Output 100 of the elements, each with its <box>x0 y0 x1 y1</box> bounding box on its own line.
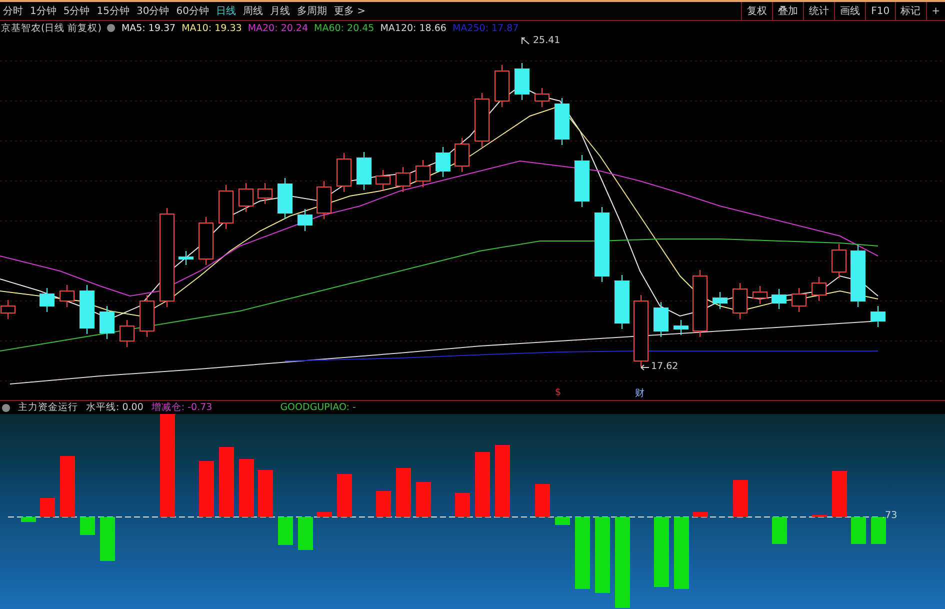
indicator-bar <box>80 517 95 535</box>
moving-average-label: MA10: 19.33 <box>182 22 242 34</box>
candlestick <box>870 306 886 328</box>
candlestick <box>120 320 134 348</box>
candlestick <box>674 320 688 336</box>
period-tab[interactable]: 60分钟 <box>176 4 209 18</box>
indicator-title: 主力资金运行 <box>18 401 78 414</box>
period-tab[interactable]: 更多 > <box>334 4 366 18</box>
period-tab[interactable]: 分时 <box>3 4 23 18</box>
moving-average-label: MA250: 17.87 <box>452 22 519 34</box>
indicator-bar <box>535 484 550 517</box>
indicator-bar <box>40 498 55 517</box>
candlestick <box>336 152 352 192</box>
pointer-arrow-icon <box>640 364 650 371</box>
indicator-bar <box>575 517 590 589</box>
candlestick <box>316 180 332 220</box>
candlestick <box>614 274 630 330</box>
candlestick <box>436 146 450 178</box>
candlestick <box>692 270 708 338</box>
candlestick <box>772 288 786 310</box>
candlestick <box>100 306 114 340</box>
low-price-label: 17.62 <box>651 361 678 372</box>
indicator-bar <box>555 517 570 525</box>
indicator-bar <box>278 517 293 545</box>
settings-dot-icon[interactable] <box>107 24 116 32</box>
indicator-bar <box>733 480 748 517</box>
indicator-bar <box>693 512 708 517</box>
indicator-bar <box>317 512 332 517</box>
candlestick <box>40 288 54 312</box>
indicator-bar <box>416 482 431 517</box>
indicator-bar <box>239 459 254 517</box>
candlestick <box>356 152 372 190</box>
toolbar-button[interactable]: F10 <box>865 2 895 20</box>
candlestick <box>732 282 748 320</box>
toolbar-button[interactable]: + <box>926 2 945 20</box>
period-tab[interactable]: 日线 <box>216 4 236 18</box>
indicator-bar <box>60 456 75 517</box>
candlestick <box>396 166 410 192</box>
candlestick <box>514 62 530 100</box>
period-tab[interactable]: 15分钟 <box>96 4 130 18</box>
indicator-bar <box>376 491 391 517</box>
candlestick <box>574 154 590 208</box>
toolbar-button[interactable]: 画线 <box>834 2 866 20</box>
candlestick <box>494 64 510 108</box>
candlestick <box>218 184 234 230</box>
period-tab[interactable]: 多周期 <box>296 4 327 18</box>
indicator-bar <box>674 517 689 589</box>
high-price-label: 25.41 <box>533 35 560 46</box>
indicator-bar <box>100 517 115 561</box>
indicator-bar <box>871 517 886 544</box>
level-line-label: 水平线: 0.00 <box>86 401 144 414</box>
stock-title: 京基智农(日线 前复权) <box>1 22 102 34</box>
indicator-bar <box>832 471 847 517</box>
moving-average-label: MA60: 20.45 <box>314 22 374 34</box>
toolbar-button[interactable]: 复权 <box>741 2 772 20</box>
period-tab[interactable]: 5分钟 <box>63 4 90 18</box>
indicator-bar <box>219 447 234 517</box>
candlestick <box>812 276 826 302</box>
candlestick <box>376 170 390 190</box>
period-tab[interactable]: 月线 <box>270 4 290 18</box>
zero-line-value: .73 <box>882 510 898 521</box>
candlestick <box>454 138 470 172</box>
candlestick <box>474 92 490 148</box>
pointer-arrow-icon <box>521 37 531 45</box>
moving-average-label: MA5: 19.37 <box>121 22 176 34</box>
candlestick <box>832 244 846 278</box>
moving-average-label: MA120: 18.66 <box>380 22 446 34</box>
indicator-bar <box>654 517 669 587</box>
indicator-bar <box>772 517 787 544</box>
candlestick <box>654 302 668 338</box>
candlestick <box>80 284 94 334</box>
candlestick <box>60 284 74 308</box>
indicator-bar <box>495 445 510 517</box>
candlestick <box>238 182 254 212</box>
indicator-bar <box>396 468 411 517</box>
candlestick <box>298 208 312 232</box>
candlestick <box>278 178 292 220</box>
candlestick <box>416 160 430 188</box>
period-tab[interactable]: 1分钟 <box>30 4 56 18</box>
indicator-bar <box>851 517 866 544</box>
toolbar-button[interactable]: 统计 <box>803 2 834 20</box>
settings-dot-icon[interactable] <box>2 404 10 412</box>
indicator-bar <box>812 515 827 517</box>
candlestick <box>554 98 570 146</box>
toolbar-button[interactable]: 叠加 <box>772 2 804 20</box>
period-tab[interactable]: 周线 <box>242 4 263 18</box>
indicator-bar <box>21 517 36 522</box>
toolbar-button[interactable]: 标记 <box>894 2 926 20</box>
indicator-bar <box>455 493 470 517</box>
moving-average-label: MA20: 20.24 <box>248 22 308 34</box>
candlestick <box>792 288 806 312</box>
indicator-bar <box>475 452 490 517</box>
indicator-bar <box>298 517 313 550</box>
event-marker[interactable]: 财 <box>635 387 645 400</box>
candlestick <box>178 250 194 266</box>
event-marker[interactable]: $ <box>555 387 562 398</box>
candlestick <box>534 88 550 108</box>
indicator-bar <box>337 474 352 517</box>
position-change-label: 增减仓: -0.73 <box>151 401 212 414</box>
period-tab[interactable]: 30分钟 <box>136 4 170 18</box>
